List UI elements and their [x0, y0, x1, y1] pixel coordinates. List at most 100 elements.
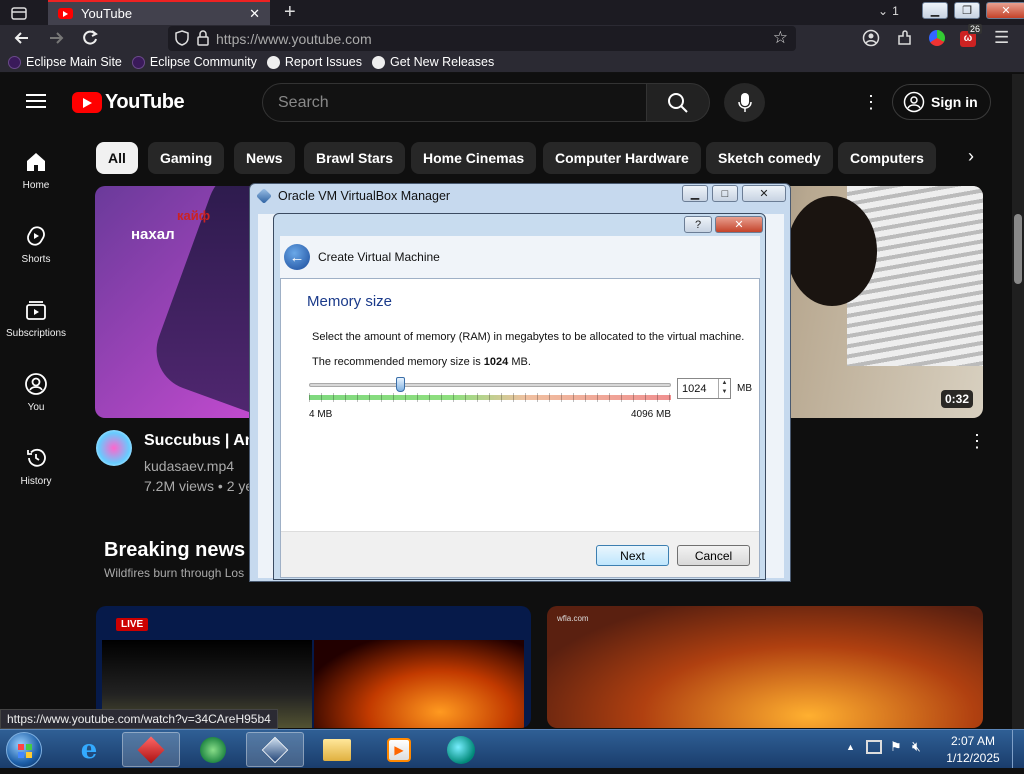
sidebar-item-subscriptions[interactable]: Subscriptions	[0, 298, 72, 339]
search-button[interactable]	[646, 83, 710, 122]
tab-list-icon[interactable]	[8, 4, 30, 22]
bookmark-report-issues[interactable]: Report Issues	[266, 55, 362, 69]
teal-app-icon	[447, 735, 475, 764]
taskbar-app-bird[interactable]	[432, 732, 490, 767]
system-clock[interactable]: 2:07 AM 1/12/2025	[944, 734, 1002, 765]
taskbar-virtualbox[interactable]	[246, 732, 304, 767]
virtualbox-icon	[256, 188, 272, 204]
sidebar-item-history[interactable]: History	[0, 446, 72, 487]
user-circle-icon	[903, 91, 925, 113]
address-bar[interactable]: https://www.youtube.com ☆	[168, 26, 796, 51]
video-options-kebab-icon[interactable]: ⋮	[968, 431, 986, 452]
menu-hamburger-icon[interactable]: ☰	[994, 28, 1009, 48]
wizard-page: Memory size Select the amount of memory …	[280, 278, 760, 578]
back-button[interactable]	[12, 28, 32, 53]
tab-youtube[interactable]: YouTube ✕	[48, 0, 270, 25]
bookmark-eclipse-main[interactable]: Eclipse Main Site	[8, 55, 122, 69]
chip-computer-hardware[interactable]: Computer Hardware	[543, 142, 701, 174]
chips-next-chevron-icon[interactable]: ›	[968, 146, 974, 167]
taskbar-media-player[interactable]: ▶	[370, 732, 428, 767]
memory-slider-thumb[interactable]	[395, 377, 405, 392]
taskbar-download-manager[interactable]	[184, 732, 242, 767]
new-tab-button[interactable]: +	[284, 1, 296, 24]
recommended-text: The recommended memory size is 1024 MB.	[312, 356, 531, 368]
sign-in-button[interactable]: Sign in	[892, 84, 991, 120]
help-button[interactable]: ?	[684, 216, 712, 233]
close-window-button[interactable]: ✕	[986, 2, 1024, 19]
network-icon[interactable]	[866, 740, 882, 754]
volume-muted-icon[interactable]: 🔇︎	[912, 738, 921, 755]
channel-avatar[interactable]	[96, 430, 132, 466]
lock-icon[interactable]	[196, 29, 210, 50]
chip-gaming[interactable]: Gaming	[148, 142, 225, 174]
live-badge: LIVE	[116, 618, 149, 631]
restore-button[interactable]: ❐	[954, 2, 980, 19]
show-desktop-button[interactable]	[1012, 730, 1024, 768]
search-input[interactable]: Search	[262, 83, 647, 122]
bookmark-star-icon[interactable]: ☆	[773, 28, 788, 48]
chip-computers[interactable]: Computers	[838, 142, 936, 174]
guide-menu-icon[interactable]	[26, 93, 46, 114]
settings-kebab-icon[interactable]: ⋮	[862, 92, 880, 113]
history-icon	[27, 448, 46, 467]
start-button[interactable]	[6, 732, 42, 768]
memory-slider-track[interactable]	[309, 383, 671, 387]
dialog-controls: ? ✕	[684, 216, 763, 233]
back-arrow-icon	[14, 32, 28, 44]
tab-overflow-button[interactable]: ⌄ 1	[878, 4, 899, 18]
spin-arrows-icon[interactable]: ▲ ▼	[718, 379, 730, 398]
close-tab-icon[interactable]: ✕	[249, 6, 260, 22]
video-title[interactable]: Succubus | Ani	[144, 432, 259, 450]
next-button[interactable]: Next	[596, 545, 669, 566]
forward-arrow-icon	[50, 32, 64, 44]
vbox-minimize-button[interactable]: ▁	[682, 185, 708, 202]
chip-news[interactable]: News	[234, 142, 295, 174]
page-scrollbar[interactable]	[1012, 74, 1024, 729]
channel-name[interactable]: kudasaev.mp4	[144, 458, 234, 474]
github-icon	[266, 55, 280, 69]
account-icon[interactable]	[862, 29, 880, 52]
create-vm-dialog: ? ✕ ← Create Virtual Machine Memory size…	[273, 213, 766, 580]
chip-brawl-stars[interactable]: Brawl Stars	[304, 142, 406, 174]
sidebar-item-home[interactable]: Home	[0, 150, 72, 191]
forward-button[interactable]	[46, 28, 66, 53]
back-arrow-icon[interactable]: ←	[284, 244, 310, 270]
eclipse-icon	[8, 55, 21, 69]
memory-spinbox[interactable]: 1024 ▲ ▼	[677, 378, 731, 399]
shield-icon[interactable]	[174, 29, 190, 50]
thumbnail-person	[787, 196, 877, 306]
youtube-play-icon	[72, 92, 102, 113]
voice-search-button[interactable]	[724, 83, 765, 122]
thumbnail-caption-1: кайф	[177, 208, 211, 223]
windows-taskbar: e ▶ ▲ ⚑ 🔇︎ 2:07 AM 1/12/2025	[0, 729, 1024, 768]
bookmark-get-new-releases[interactable]: Get New Releases	[371, 55, 494, 69]
taskbar-app-red[interactable]	[122, 732, 180, 767]
bookmark-eclipse-community[interactable]: Eclipse Community	[131, 55, 257, 69]
cancel-button[interactable]: Cancel	[677, 545, 750, 566]
minimize-button[interactable]: ▁	[922, 2, 948, 19]
chip-all[interactable]: All	[96, 142, 138, 174]
show-hidden-icons-icon[interactable]: ▲	[846, 742, 855, 752]
url-text: https://www.youtube.com	[216, 30, 372, 47]
extension-colorful-icon[interactable]	[929, 30, 945, 46]
section-subtitle: Wildfires burn through Los	[104, 566, 245, 580]
taskbar-explorer[interactable]	[308, 732, 366, 767]
news-thumbnail-2[interactable]: wfla.com	[547, 606, 983, 728]
you-icon	[25, 373, 47, 395]
extensions-icon[interactable]	[896, 29, 914, 52]
dialog-close-button[interactable]: ✕	[715, 216, 763, 233]
reload-button[interactable]	[80, 28, 100, 53]
github-icon	[371, 55, 385, 69]
section-title: Breaking news	[104, 539, 246, 561]
sidebar-item-shorts[interactable]: Shorts	[0, 224, 72, 265]
vbox-maximize-button[interactable]: □	[712, 185, 738, 202]
sidebar-item-you[interactable]: You	[0, 372, 72, 413]
action-center-flag-icon[interactable]: ⚑	[890, 739, 902, 755]
vbox-close-button[interactable]: ✕	[742, 185, 786, 202]
scrollbar-thumb[interactable]	[1014, 214, 1022, 284]
youtube-logo[interactable]: YouTube	[72, 91, 185, 114]
chip-home-cinemas[interactable]: Home Cinemas	[411, 142, 537, 174]
home-icon	[27, 153, 45, 171]
chip-sketch-comedy[interactable]: Sketch comedy	[706, 142, 833, 174]
taskbar-internet-explorer[interactable]: e	[60, 732, 118, 767]
